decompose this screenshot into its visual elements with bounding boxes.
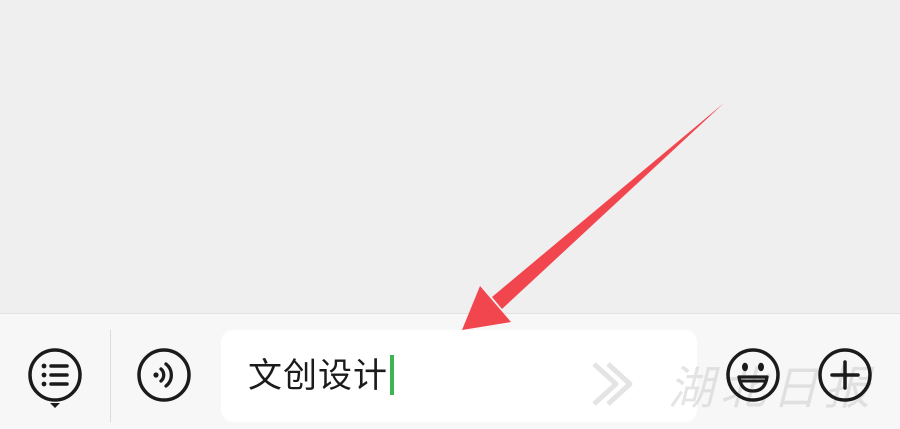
emoji-icon xyxy=(726,348,780,402)
chat-message-area xyxy=(0,0,900,313)
message-input[interactable]: 文创设计 xyxy=(221,330,697,422)
toolbar-divider xyxy=(110,330,111,422)
voice-icon xyxy=(137,348,191,402)
text-caret xyxy=(390,355,394,395)
message-input-text: 文创设计 xyxy=(248,354,394,398)
voice-button[interactable] xyxy=(135,346,193,404)
list-icon xyxy=(28,348,82,408)
plus-icon xyxy=(818,348,872,402)
menu-button[interactable] xyxy=(26,346,84,408)
emoji-button[interactable] xyxy=(724,346,782,404)
chat-screen: 文创设计 湖北日报 xyxy=(0,0,900,429)
add-button[interactable] xyxy=(816,346,874,404)
